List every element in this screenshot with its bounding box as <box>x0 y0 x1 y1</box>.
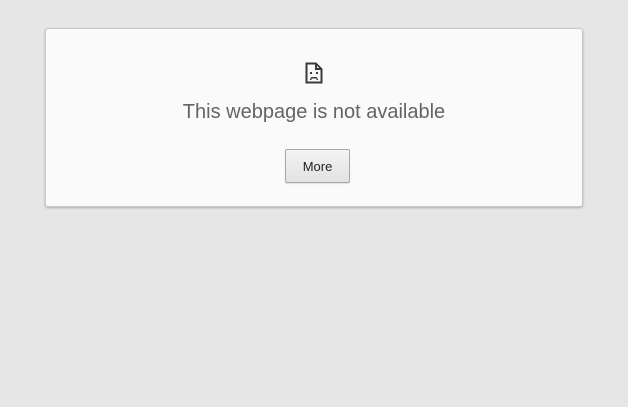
error-title: This webpage is not available <box>182 101 446 123</box>
more-button[interactable]: More <box>285 149 350 183</box>
error-page: This webpage is not available More <box>0 0 628 407</box>
error-card: This webpage is not available More <box>45 28 583 207</box>
sad-page-icon <box>305 62 323 84</box>
